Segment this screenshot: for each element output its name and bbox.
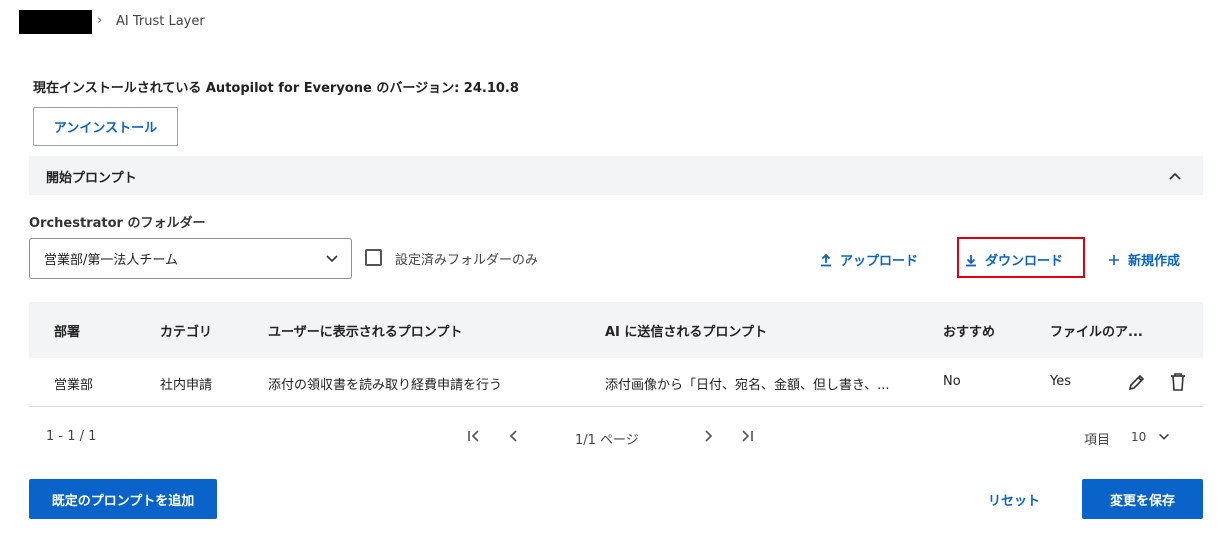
uninstall-button[interactable]: アンインストール	[33, 107, 178, 146]
folder-select-value: 営業部/第一法人チーム	[44, 253, 178, 268]
delete-icon[interactable]	[1169, 372, 1187, 392]
next-page-icon[interactable]	[700, 428, 716, 444]
save-changes-button[interactable]: 変更を保存	[1082, 479, 1203, 519]
cell-department: 営業部	[54, 378, 94, 393]
first-page-icon[interactable]	[466, 428, 482, 444]
column-header-category[interactable]: カテゴリ	[160, 321, 212, 340]
section-title: 開始プロンプト	[46, 171, 137, 186]
upload-icon	[820, 253, 832, 267]
cell-file-attach: Yes	[1050, 374, 1071, 389]
folder-select[interactable]: 営業部/第一法人チーム	[29, 238, 352, 279]
last-page-icon[interactable]	[739, 428, 755, 444]
column-header-ai-prompt[interactable]: AI に送信されるプロンプト	[605, 321, 767, 340]
page-indicator: 1/1 ページ	[575, 433, 639, 448]
upload-label: アップロード	[840, 254, 919, 269]
column-header-file-attach[interactable]: ファイルのア...	[1050, 321, 1143, 340]
configured-only-label: 設定済みフォルダーのみ	[395, 253, 539, 268]
page-size-chevron-icon[interactable]	[1157, 430, 1171, 444]
chevron-down-icon[interactable]	[324, 251, 340, 267]
pagination-range: 1 - 1 / 1	[46, 429, 97, 444]
section-header[interactable]	[29, 156, 1203, 195]
download-icon	[965, 253, 977, 267]
chevron-up-icon[interactable]	[1167, 168, 1183, 184]
reset-button[interactable]: リセット	[988, 490, 1040, 509]
cell-ai-prompt: 添付画像から「日付、宛名、金額、但し書き、...	[605, 378, 890, 393]
breadcrumb-current: AI Trust Layer	[116, 14, 205, 29]
download-label: ダウンロード	[985, 254, 1064, 269]
create-new-label: 新規作成	[1128, 254, 1181, 269]
redacted-breadcrumb-root	[19, 10, 92, 34]
column-header-user-prompt[interactable]: ユーザーに表示されるプロンプト	[268, 321, 462, 340]
upload-button[interactable]: アップロード	[820, 250, 918, 269]
items-label: 項目	[1084, 433, 1111, 448]
configured-only-checkbox[interactable]	[365, 249, 382, 266]
add-default-prompt-button[interactable]: 既定のプロンプトを追加	[29, 479, 217, 519]
cell-user-prompt: 添付の領収書を読み取り経費申請を行う	[268, 378, 503, 393]
download-button[interactable]: ダウンロード	[965, 250, 1063, 269]
column-header-department[interactable]: 部署	[54, 321, 80, 340]
create-new-button[interactable]: 新規作成	[1108, 250, 1180, 269]
cell-recommended: No	[943, 374, 961, 389]
cell-category: 社内申請	[160, 378, 213, 393]
page-size-value[interactable]: 10	[1131, 430, 1146, 444]
edit-icon[interactable]	[1127, 372, 1147, 392]
prev-page-icon[interactable]	[506, 428, 522, 444]
plus-icon	[1108, 254, 1120, 266]
version-text: 現在インストールされている Autopilot for Everyone のバー…	[33, 81, 519, 96]
breadcrumb-separator: ›	[97, 13, 103, 28]
folder-label: Orchestrator のフォルダー	[29, 216, 206, 231]
column-header-recommended[interactable]: おすすめ	[943, 321, 995, 340]
